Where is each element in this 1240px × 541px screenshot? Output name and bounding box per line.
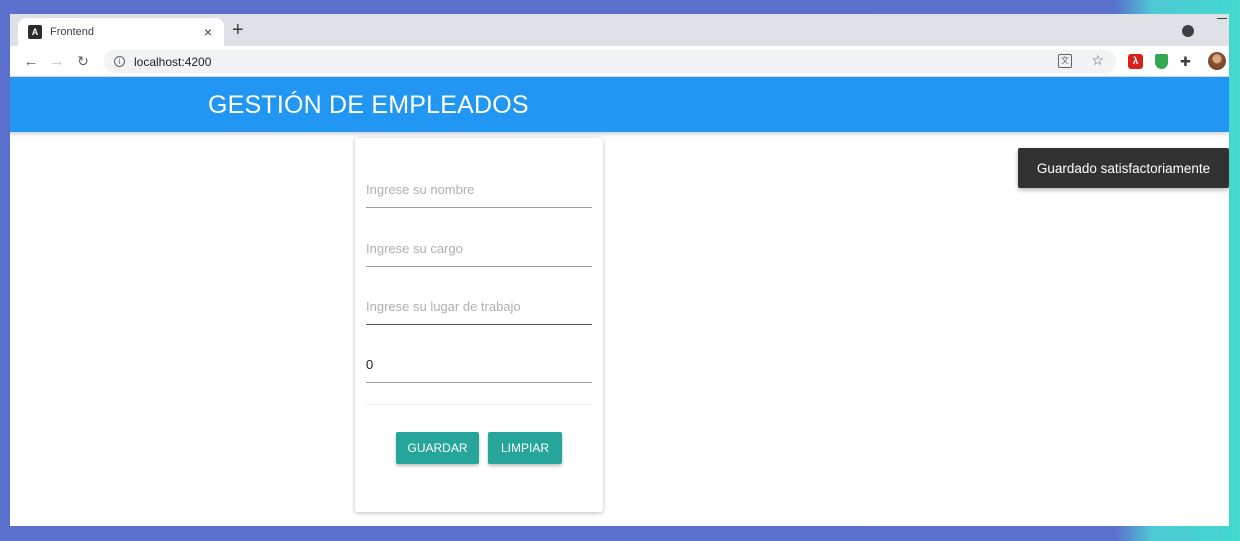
reload-icon[interactable]: ↻ bbox=[72, 53, 94, 70]
url-text[interactable]: localhost:4200 bbox=[134, 55, 211, 69]
browser-window: A Frontend × + ← → ↻ i localhost:4200 文 … bbox=[10, 14, 1229, 526]
puzzle-extensions-icon[interactable]: ✚ bbox=[1180, 54, 1191, 70]
name-input[interactable] bbox=[366, 176, 592, 208]
workplace-input[interactable] bbox=[366, 293, 592, 325]
pdf-extension-icon[interactable]: λ bbox=[1128, 54, 1143, 69]
save-button[interactable]: GUARDAR bbox=[396, 432, 479, 464]
shield-extension-icon[interactable] bbox=[1155, 54, 1168, 69]
clear-button[interactable]: LIMPIAR bbox=[488, 432, 562, 464]
translate-icon[interactable]: 文 bbox=[1058, 54, 1072, 68]
form-divider bbox=[366, 404, 592, 405]
salary-input[interactable] bbox=[366, 351, 592, 383]
back-arrow-icon[interactable]: ← bbox=[20, 53, 42, 70]
success-toast: Guardado satisfactoriamente bbox=[1018, 148, 1229, 188]
app-header: GESTIÓN DE EMPLEADOS bbox=[10, 77, 1229, 132]
tab-search-icon[interactable] bbox=[1182, 25, 1194, 37]
new-tab-button[interactable]: + bbox=[232, 20, 244, 40]
page-title: GESTIÓN DE EMPLEADOS bbox=[208, 91, 529, 119]
position-input[interactable] bbox=[366, 235, 592, 267]
tab-title: Frontend bbox=[50, 26, 95, 38]
address-bar[interactable]: i localhost:4200 文 ☆ bbox=[104, 50, 1116, 73]
tab-strip: A Frontend × + bbox=[10, 14, 1229, 46]
browser-toolbar: ← → ↻ i localhost:4200 文 ☆ λ ✚ bbox=[10, 46, 1229, 77]
star-icon[interactable]: ☆ bbox=[1091, 52, 1104, 69]
tab-close-icon[interactable]: × bbox=[200, 24, 216, 40]
tab-frontend[interactable]: A Frontend × bbox=[18, 18, 224, 46]
minimize-icon[interactable] bbox=[1217, 18, 1227, 19]
employee-form-card: GUARDAR LIMPIAR bbox=[355, 138, 603, 512]
angular-favicon-icon: A bbox=[28, 25, 42, 39]
info-icon[interactable]: i bbox=[114, 56, 125, 67]
forward-arrow-icon[interactable]: → bbox=[46, 53, 68, 70]
profile-avatar[interactable] bbox=[1208, 52, 1226, 70]
